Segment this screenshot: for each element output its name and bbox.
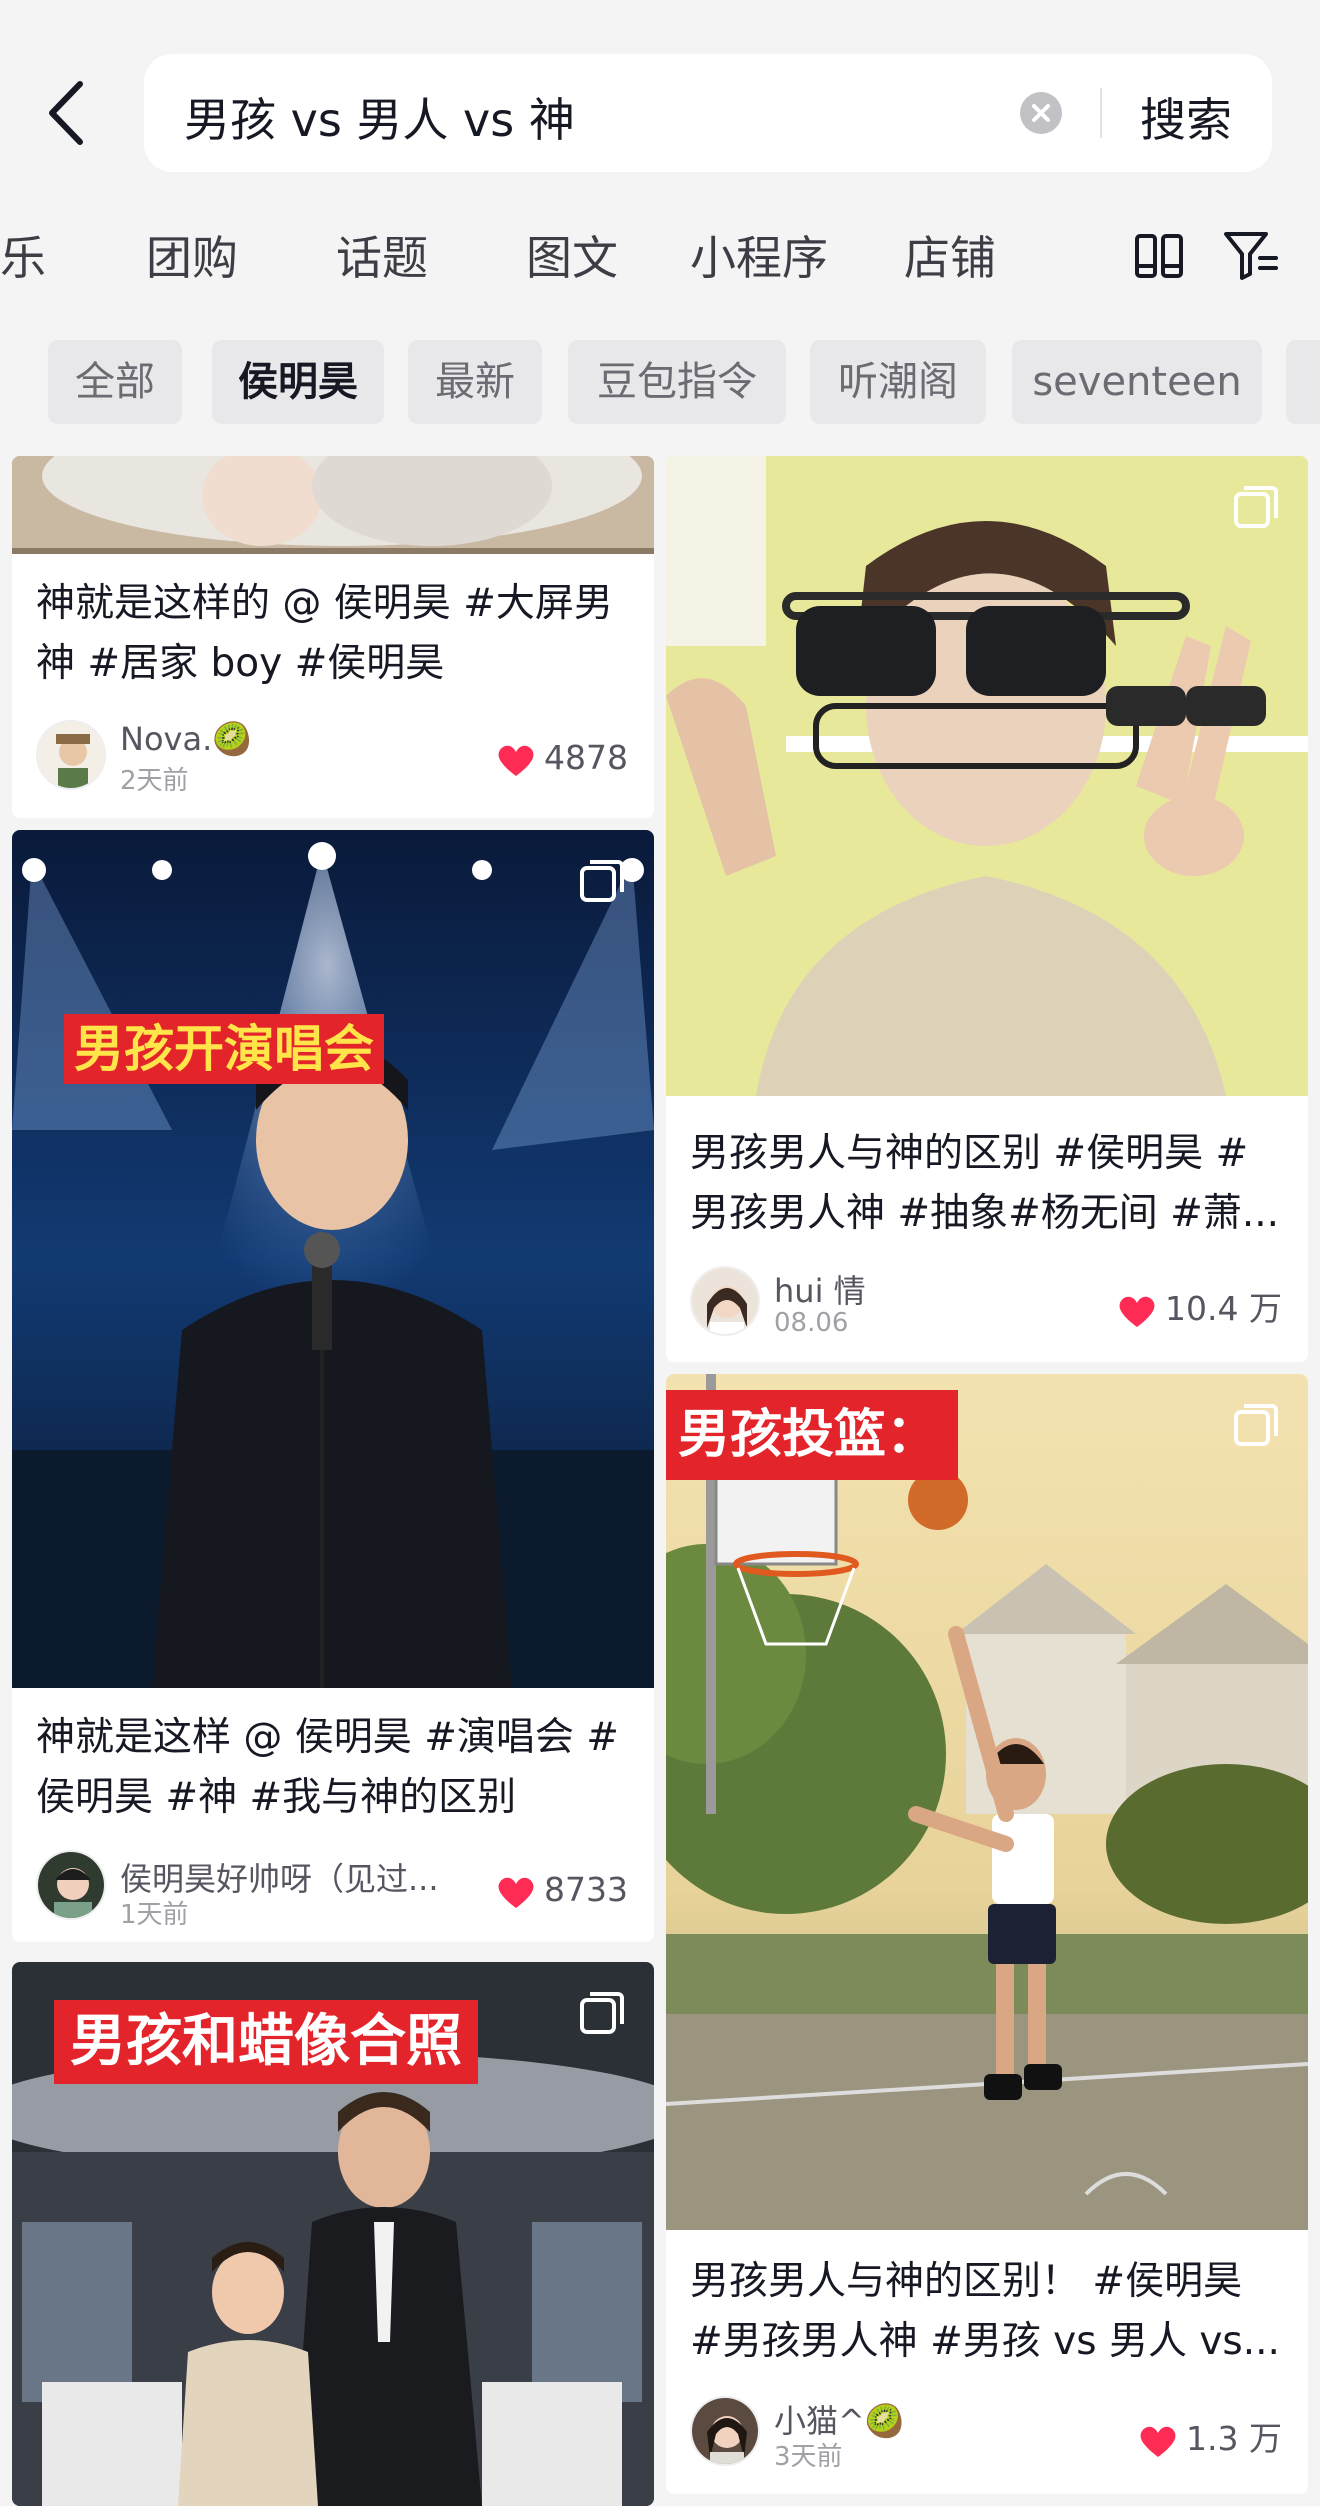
- post-caption-line: 男孩男人神 #抽象#杨无间 #萧...: [690, 1191, 1280, 1236]
- multi-image-icon: [1234, 486, 1278, 528]
- post-overlay-title: 男孩开演唱会: [64, 1014, 384, 1084]
- heart-icon: [498, 1877, 534, 1908]
- avatar[interactable]: [36, 720, 106, 790]
- post-date: 3天前: [774, 2442, 843, 2472]
- like-count-value: 8733: [544, 1870, 628, 1909]
- post-thumbnail: [666, 456, 1308, 1096]
- post-date: 08.06: [774, 1308, 849, 1338]
- filter-icon[interactable]: [1222, 228, 1278, 282]
- search-button[interactable]: 搜索: [1140, 84, 1232, 150]
- like-count[interactable]: 8733: [496, 1870, 628, 1910]
- post-card[interactable]: 男孩和蜡像合照: [12, 1962, 654, 2506]
- avatar[interactable]: [690, 2396, 760, 2466]
- heart-icon: [498, 745, 534, 776]
- like-count[interactable]: 10.4 万: [1117, 1282, 1282, 1330]
- search-box[interactable]: 男孩 vs 男人 vs 神 搜索: [144, 54, 1272, 172]
- multi-image-icon: [580, 1992, 624, 2034]
- chip-all[interactable]: 全部: [48, 340, 182, 424]
- post-card[interactable]: 男孩投篮： 男孩男人与神的区别！ #侯明昊 #男孩男人神 #男孩 vs 男人 v…: [666, 1374, 1308, 2494]
- multi-image-icon: [1234, 1404, 1278, 1446]
- back-chevron-icon[interactable]: [44, 78, 88, 148]
- post-date: 2天前: [120, 766, 189, 796]
- chip-doubao[interactable]: 豆包指令: [568, 340, 786, 424]
- search-header: 男孩 vs 男人 vs 神 搜索: [0, 0, 1320, 172]
- tab-group-buy[interactable]: 团购: [146, 222, 238, 288]
- dual-column-layout-icon[interactable]: [1134, 232, 1184, 280]
- post-caption-line: 男孩男人与神的区别！ #侯明昊: [690, 2259, 1243, 2304]
- tab-image-text[interactable]: 图文: [526, 222, 618, 288]
- tab-topics[interactable]: 话题: [336, 222, 428, 288]
- post-caption-line: 男孩男人与神的区别 #侯明昊 #: [690, 1131, 1249, 1176]
- post-author[interactable]: Nova.🥝: [120, 720, 380, 758]
- post-caption-line: 神就是这样 @ 侯明昊 #演唱会 #: [36, 1715, 619, 1760]
- like-count-value: 1.3 万: [1186, 2419, 1282, 2458]
- post-caption-line: 神就是这样的 @ 侯明昊 #大屏男: [36, 581, 613, 626]
- post-date: 1天前: [120, 1900, 189, 1930]
- chip-latest[interactable]: 最新: [408, 340, 542, 424]
- post-author[interactable]: hui 情: [774, 1266, 1034, 1312]
- post-thumbnail: [12, 456, 654, 554]
- heart-icon: [1140, 2426, 1176, 2457]
- post-caption-line: #男孩男人神 #男孩 vs 男人 vs...: [690, 2319, 1280, 2364]
- chip-tingchaoge[interactable]: 听潮阁: [810, 340, 986, 424]
- filter-chips: 全部 侯明昊 最新 豆包指令 听潮阁 seventeen: [0, 340, 1320, 430]
- post-caption-line: 侯明昊 #神 #我与神的区别: [36, 1775, 517, 1820]
- clear-icon[interactable]: [1020, 92, 1062, 134]
- post-card[interactable]: 神就是这样的 @ 侯明昊 #大屏男 神 #居家 boy #侯明昊 Nova.🥝 …: [12, 456, 654, 818]
- search-divider: [1100, 88, 1102, 138]
- post-caption-line: 神 #居家 boy #侯明昊: [36, 641, 445, 686]
- like-count[interactable]: 4878: [496, 738, 628, 778]
- post-thumbnail: [666, 1374, 1308, 2230]
- avatar[interactable]: [36, 1850, 106, 1920]
- chip-hou-minghao[interactable]: 侯明昊: [212, 340, 384, 424]
- avatar[interactable]: [690, 1266, 760, 1336]
- multi-image-icon: [580, 860, 624, 902]
- post-card[interactable]: 男孩男人与神的区别 #侯明昊 # 男孩男人神 #抽象#杨无间 #萧... hui…: [666, 456, 1308, 1362]
- search-input[interactable]: 男孩 vs 男人 vs 神: [184, 84, 575, 150]
- post-thumbnail: [12, 830, 654, 1688]
- tab-mini-program[interactable]: 小程序: [690, 222, 828, 288]
- heart-icon: [1119, 1296, 1155, 1327]
- tab-store[interactable]: 店铺: [904, 222, 996, 288]
- tab-music[interactable]: 乐: [0, 222, 46, 288]
- like-count-value: 10.4 万: [1165, 1289, 1282, 1328]
- post-overlay-title: 男孩投篮：: [666, 1390, 959, 1480]
- post-card[interactable]: 男孩开演唱会 神就是这样 @ 侯明昊 #演唱会 # 侯明昊 #神 #我与神的区别…: [12, 830, 654, 1942]
- like-count[interactable]: 1.3 万: [1138, 2412, 1282, 2460]
- post-overlay-title: 男孩和蜡像合照: [54, 2000, 478, 2084]
- like-count-value: 4878: [544, 738, 628, 777]
- chip-seventeen[interactable]: seventeen: [1012, 340, 1262, 424]
- chip-more[interactable]: [1286, 340, 1320, 424]
- category-tabs: 乐 团购 话题 图文 小程序 店铺: [0, 210, 1320, 296]
